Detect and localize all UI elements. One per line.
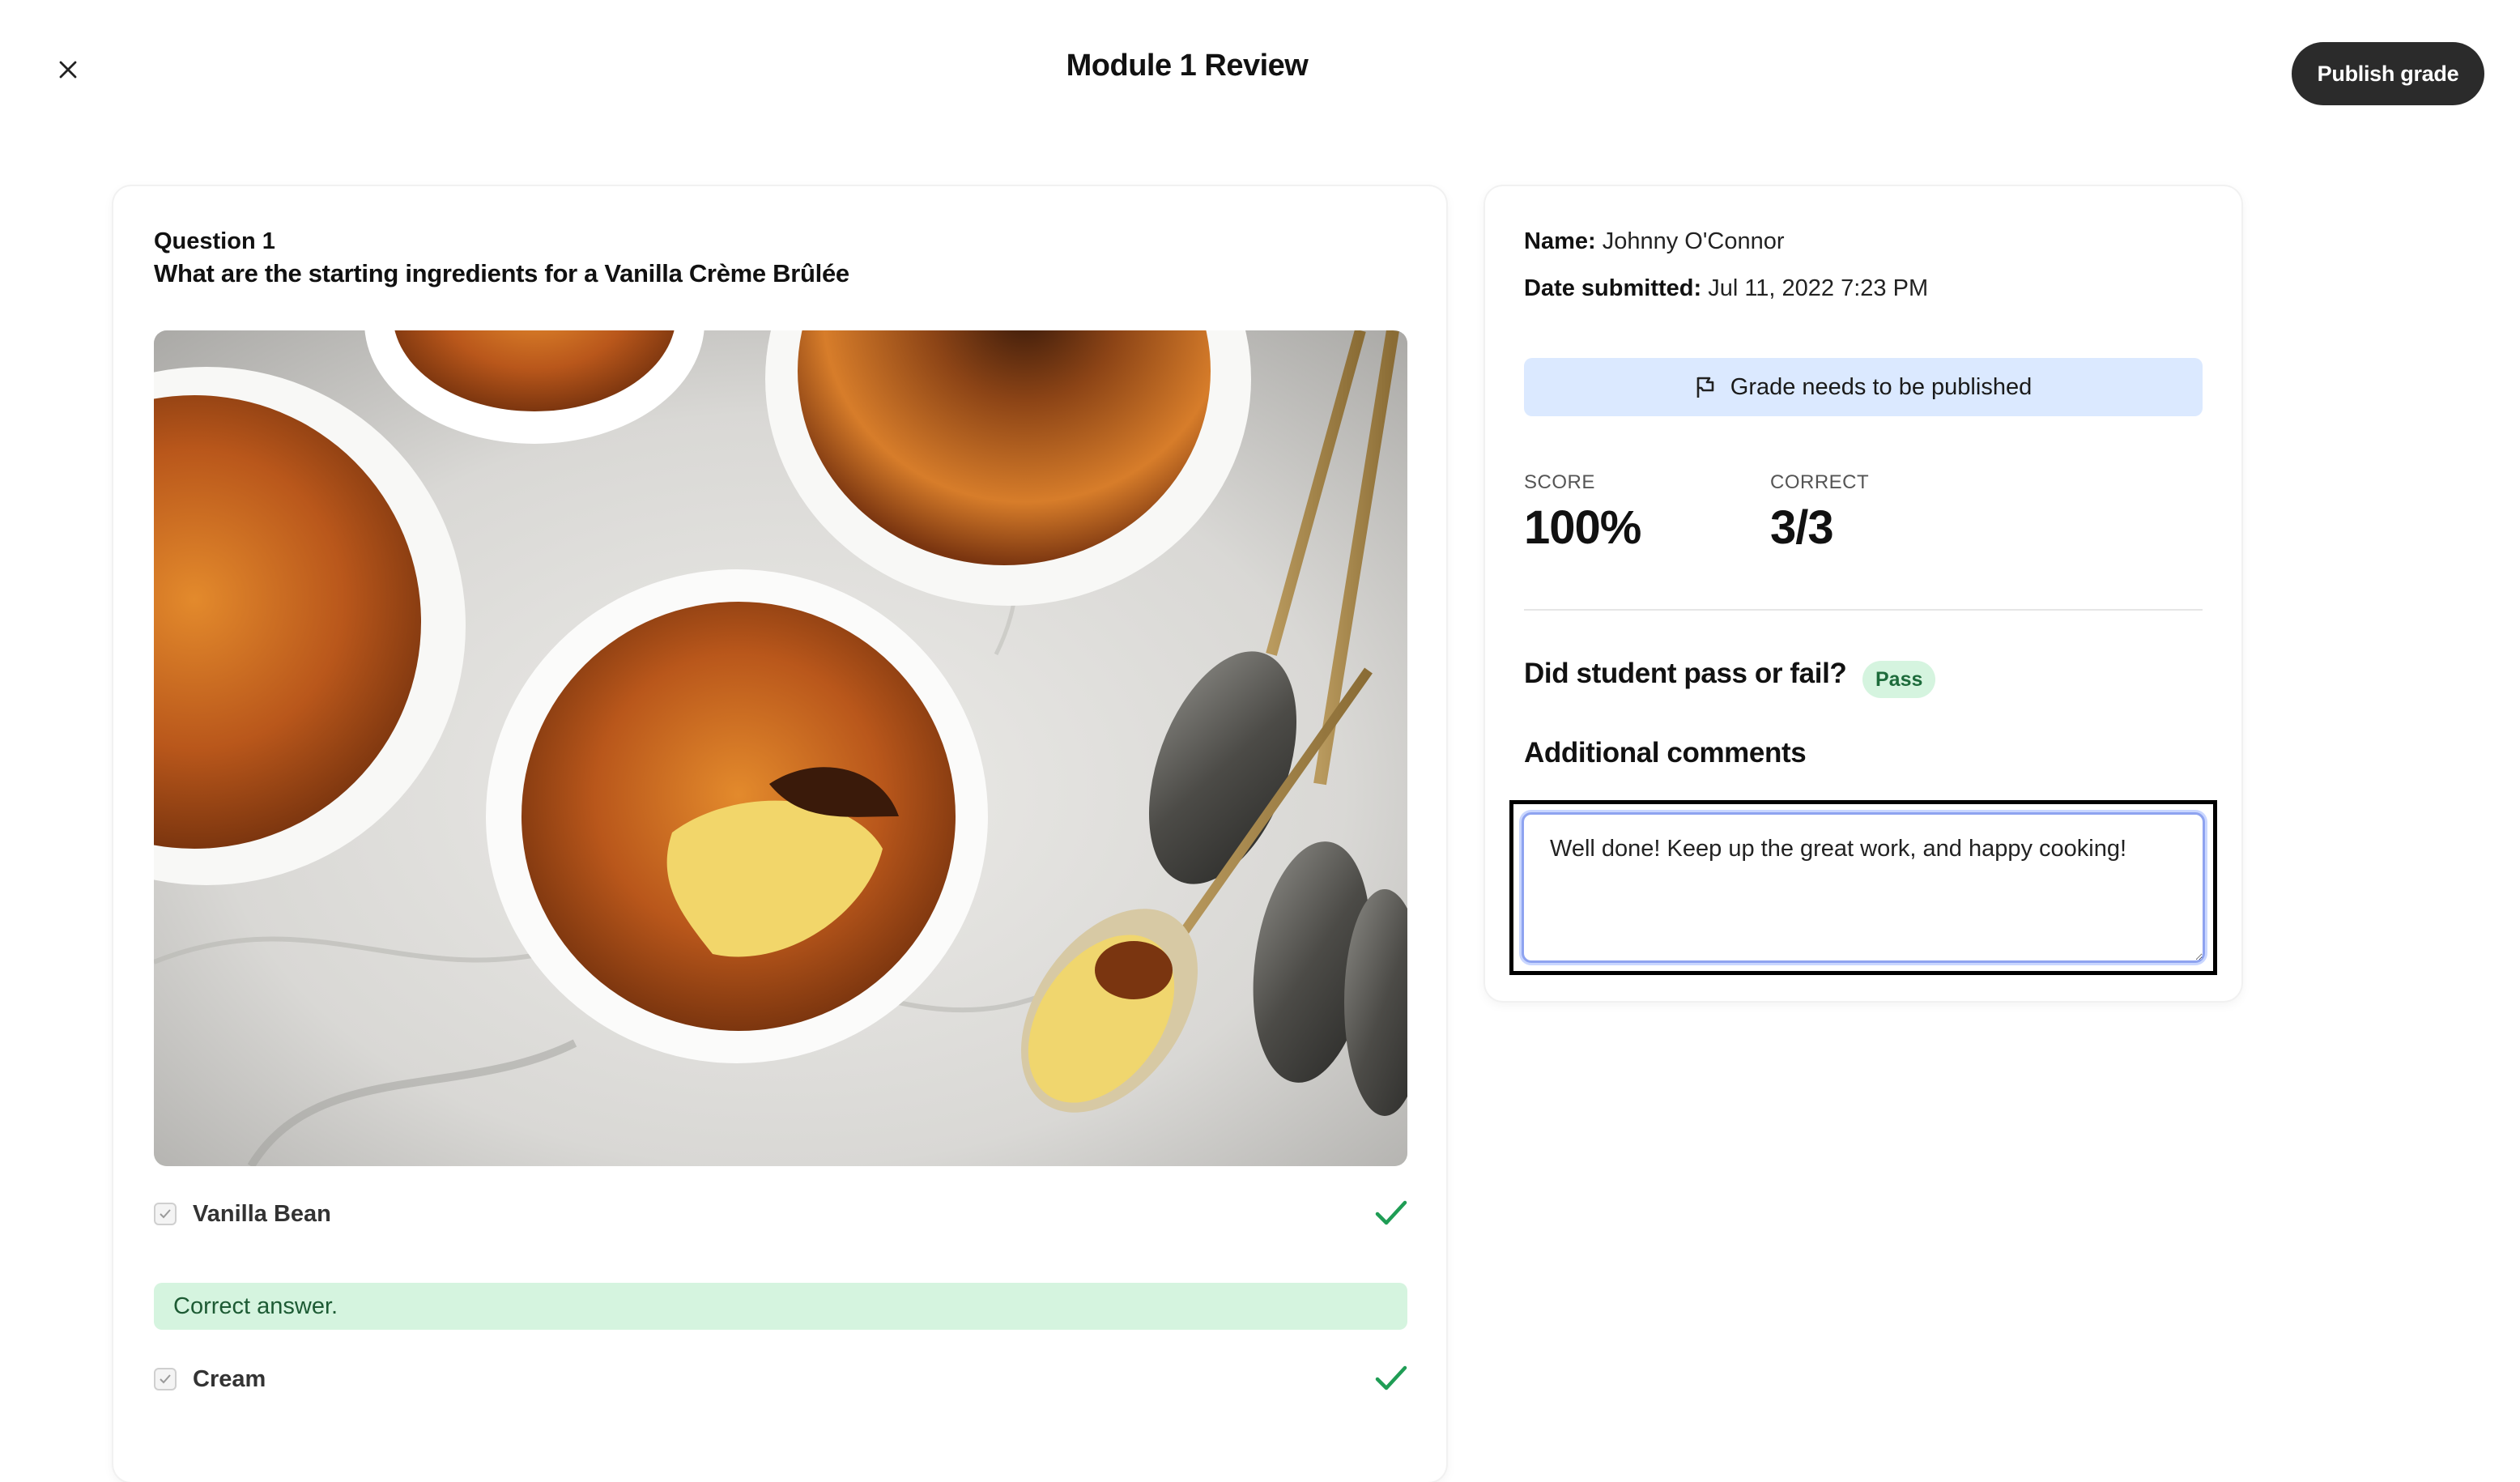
score-label: SCORE (1524, 471, 1595, 493)
correct-answer-banner: Correct answer. (154, 1283, 1407, 1330)
correct-stat: CORRECT 3/3 (1770, 471, 1869, 555)
score-stat: SCORE 100% (1524, 471, 1641, 555)
name-label: Name: (1524, 228, 1596, 254)
answer-checkbox[interactable] (154, 1203, 177, 1225)
creme-brulee-photo (154, 330, 1407, 1166)
comments-textarea[interactable]: Well done! Keep up the great work, and h… (1522, 812, 2205, 963)
question-card: Question 1 What are the starting ingredi… (113, 186, 1446, 1482)
page-title: Module 1 Review (1066, 49, 1309, 83)
question-text: What are the starting ingredients for a … (154, 259, 849, 287)
correct-value: 3/3 (1770, 501, 1834, 554)
publish-grade-button[interactable]: Publish grade (2292, 42, 2484, 105)
score-value: 100% (1524, 501, 1641, 554)
date-value: Jul 11, 2022 7:23 PM (1708, 275, 1929, 301)
comments-heading: Additional comments (1524, 737, 1807, 769)
grade-status-banner: Grade needs to be published (1524, 358, 2203, 416)
comments-focus-ring: Well done! Keep up the great work, and h… (1509, 800, 2217, 975)
answer-option[interactable]: Cream (154, 1359, 1407, 1399)
answer-checkbox[interactable] (154, 1368, 177, 1390)
date-submitted: Date submitted: Jul 11, 2022 7:23 PM (1524, 275, 1928, 302)
answer-label: Cream (193, 1365, 266, 1392)
question-number: Question 1 (154, 228, 275, 254)
pass-fail-question: Did student pass or fail? (1524, 658, 1847, 689)
correct-check-icon (1375, 1200, 1407, 1225)
divider (1524, 609, 2203, 611)
flag-icon (1696, 377, 1714, 398)
date-label: Date submitted: (1524, 275, 1702, 301)
student-name: Name: Johnny O'Connor (1524, 228, 1785, 255)
pass-badge[interactable]: Pass (1862, 661, 1936, 698)
submission-card: Name: Johnny O'Connor Date submitted: Ju… (1485, 186, 2241, 1001)
name-value: Johnny O'Connor (1602, 228, 1785, 254)
correct-check-icon (1375, 1365, 1407, 1390)
answer-label: Vanilla Bean (193, 1200, 331, 1227)
grade-status-text: Grade needs to be published (1730, 373, 2033, 400)
correct-label: CORRECT (1770, 471, 1870, 493)
checkmark-icon (160, 1209, 171, 1219)
answer-option[interactable]: Vanilla Bean (154, 1194, 1407, 1234)
checkmark-icon (160, 1374, 171, 1384)
